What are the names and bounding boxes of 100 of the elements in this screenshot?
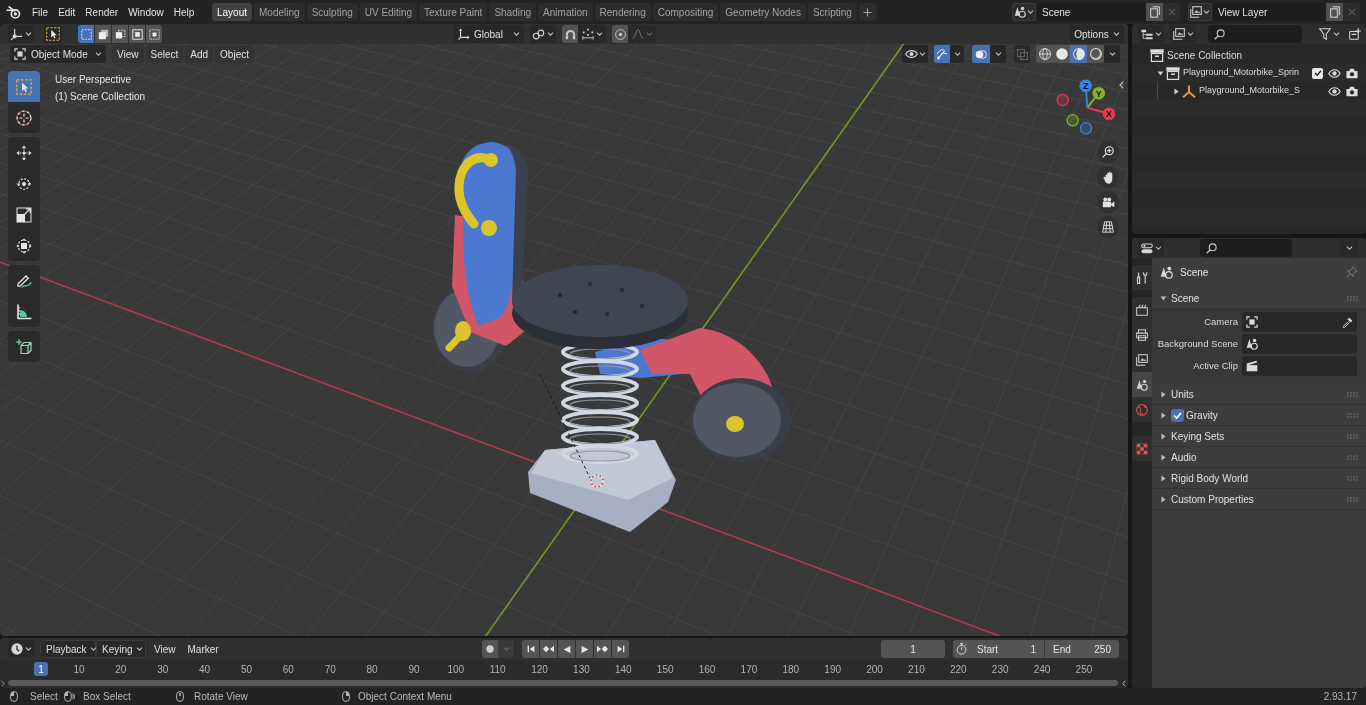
shading-mode-button[interactable] [1087,45,1104,63]
camera-icon[interactable] [1346,67,1358,79]
tool-button[interactable] [8,296,40,327]
drag-handle-icon[interactable] [1347,454,1358,460]
auto-keying-button[interactable] [482,640,498,658]
menu-item[interactable]: Object [215,45,254,63]
pin-icon[interactable] [1346,266,1358,278]
tool-button[interactable] [8,230,40,261]
workspace-tab[interactable]: Sculpting [306,3,358,21]
workspace-tab[interactable]: Layout [212,3,253,21]
end-frame-field[interactable]: End 250 [1045,640,1119,658]
view-layer-field[interactable]: View Layer [1212,3,1326,21]
selection-mode-button[interactable] [78,25,94,43]
visibility-button[interactable] [902,45,928,63]
overlay-options-button[interactable] [990,45,1006,63]
object-field[interactable] [1242,312,1357,332]
camera-icon[interactable] [1346,85,1358,97]
current-frame-indicator[interactable]: 1 [34,662,48,676]
dropdown-menu[interactable]: Keying [96,640,146,658]
filter-button[interactable] [1316,25,1342,43]
snap-target-button[interactable] [578,25,606,43]
search-field[interactable] [1208,25,1302,43]
drag-handle-icon[interactable] [1347,412,1358,418]
panel-checkbox[interactable] [1171,408,1184,422]
scene-field[interactable] [1242,334,1357,354]
axis-handle[interactable]: X [1086,106,1116,120]
disclosure-triangle-icon[interactable] [1156,70,1164,76]
disclosure-triangle-icon[interactable] [1160,390,1166,398]
menu-item[interactable]: Select [145,45,184,63]
disclosure-triangle-icon[interactable] [1160,474,1166,482]
drag-handle-icon[interactable] [1347,391,1358,397]
disclosure-triangle-icon[interactable] [1159,295,1167,301]
scene-browse-button[interactable] [1012,3,1036,21]
snap-toggle-button[interactable] [562,25,578,43]
new-scene-button[interactable] [1146,3,1163,21]
menu-item[interactable]: Window [123,2,169,22]
tool-button[interactable] [8,331,40,362]
gizmo-options-button[interactable] [950,45,964,63]
options-dropdown[interactable]: Options [1070,25,1124,43]
properties-tab[interactable] [1132,265,1152,290]
menu-item[interactable]: View [148,640,182,658]
add-workspace-button[interactable] [858,3,877,21]
disclosure-triangle-icon[interactable] [1160,432,1166,440]
drag-handle-icon[interactable] [1347,433,1358,439]
drag-handle-icon[interactable] [1347,496,1358,502]
options-button[interactable] [1340,239,1358,257]
tool-button[interactable] [8,265,40,296]
pivot-point-button[interactable] [530,25,556,43]
proportional-editing-button[interactable] [612,25,628,43]
outliner-item[interactable]: Playground_Motorbike_S [1199,84,1301,98]
dropdown-menu[interactable]: Playback [40,640,96,658]
workspace-tab[interactable]: Shading [489,3,537,21]
outliner-item[interactable]: Scene Collection [1167,47,1243,63]
scene-name-field[interactable]: Scene [1036,3,1146,21]
selection-mode-button[interactable] [146,25,162,43]
view-layer-browse-button[interactable] [1188,3,1212,21]
menu-item[interactable]: Render [80,2,124,22]
menu-item[interactable]: Marker [181,640,225,658]
next-keyframe-button[interactable] [594,640,611,658]
workspace-tab[interactable]: Scripting [807,3,857,21]
shading-options-button[interactable] [1104,45,1120,63]
selection-mode-button[interactable] [112,25,128,43]
disclosure-triangle-icon[interactable] [1160,495,1166,503]
search-field[interactable] [1200,239,1292,257]
disclosure-triangle-icon[interactable] [1173,87,1179,95]
workspace-tab[interactable]: Texture Paint [419,3,488,21]
previous-keyframe-button[interactable] [540,640,557,658]
pan-button[interactable] [1097,166,1119,188]
drag-handle-icon[interactable] [1347,295,1358,301]
overlay-toggle-button[interactable] [972,45,990,63]
properties-tab[interactable] [1132,297,1152,322]
properties-tab[interactable] [1132,436,1152,461]
negative-axis-icon[interactable] [1066,114,1079,127]
active-tool-button[interactable] [44,25,62,43]
negative-axis-icon[interactable] [1056,93,1069,107]
selection-mode-button[interactable] [129,25,145,43]
outliner-item[interactable]: Playground_Motorbike_Sprin [1183,66,1300,80]
negative-axis-icon[interactable] [1079,122,1093,135]
clip-field[interactable] [1242,356,1357,376]
workspace-tab[interactable]: Rendering [594,3,651,21]
preview-range-button[interactable] [953,640,969,658]
workspace-tab[interactable]: UV Editing [359,3,417,21]
projection-toggle-button[interactable] [1097,216,1119,238]
camera-view-button[interactable] [1097,191,1119,213]
properties-tab[interactable] [1132,372,1152,397]
gizmo-toggle-button[interactable] [934,45,950,63]
workspace-tab[interactable]: Compositing [652,3,719,21]
menu-item[interactable]: Help [168,2,200,22]
transform-orientation-dropdown[interactable]: Global [454,25,524,43]
zoom-button[interactable] [1097,141,1119,163]
workspace-tab[interactable]: Animation [538,3,593,21]
editor-type-button[interactable] [8,25,34,43]
editor-type-button[interactable] [1138,239,1164,257]
disclosure-triangle-icon[interactable] [1160,453,1166,461]
workspace-tab[interactable]: Modeling [254,3,305,21]
editor-type-button[interactable] [1138,25,1164,43]
new-collection-button[interactable] [1346,25,1364,43]
blender-logo-icon[interactable] [6,5,21,19]
properties-tab[interactable] [1132,347,1152,372]
jump-to-end-button[interactable] [612,640,629,658]
